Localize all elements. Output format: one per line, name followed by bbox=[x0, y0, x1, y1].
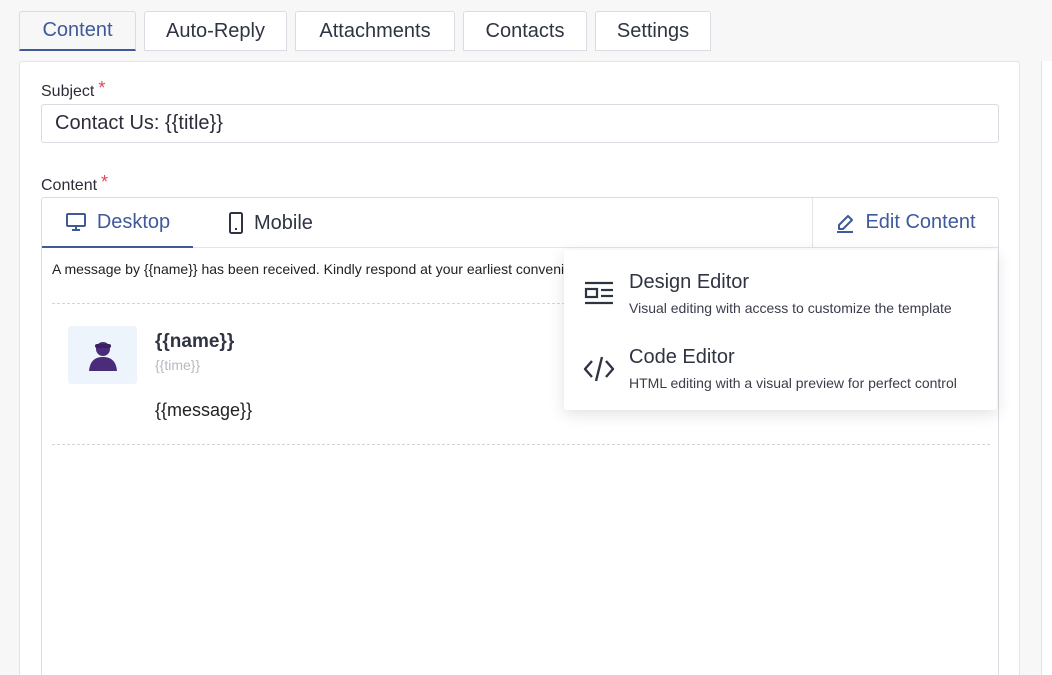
pencil-icon bbox=[837, 214, 854, 233]
sent-time: {{time}} bbox=[155, 357, 201, 373]
desktop-icon bbox=[65, 213, 86, 231]
required-mark: * bbox=[98, 78, 106, 98]
mobile-icon bbox=[229, 212, 243, 234]
sender-name: {{name}} bbox=[155, 331, 235, 352]
tab-desktop-view[interactable]: Desktop bbox=[42, 198, 193, 248]
code-editor-description: HTML editing with a visual preview for p… bbox=[629, 375, 957, 391]
avatar bbox=[68, 326, 137, 384]
edit-content-label: Edit Content bbox=[865, 211, 976, 233]
design-editor-description: Visual editing with access to customize … bbox=[629, 300, 952, 316]
subject-label: Subject * bbox=[41, 78, 106, 101]
edit-content-menu: Design Editor Visual editing with access… bbox=[564, 250, 997, 410]
code-editor-title: Code Editor bbox=[629, 346, 735, 368]
subject-label-text: Subject bbox=[41, 83, 95, 100]
code-icon bbox=[583, 356, 615, 382]
subject-input[interactable]: Contact Us: {{title}} bbox=[41, 104, 999, 143]
content-label: Content * bbox=[41, 172, 109, 195]
tab-bar: Content Auto-Reply Attachments Contacts … bbox=[19, 11, 711, 51]
editor-toolbar: Desktop Mobile Edit Content bbox=[42, 198, 998, 248]
desktop-label: Desktop bbox=[96, 210, 171, 233]
tab-attachments[interactable]: Attachments bbox=[295, 11, 455, 51]
layout-icon bbox=[584, 281, 613, 305]
divider bbox=[52, 444, 990, 445]
design-editor-option[interactable]: Design Editor Visual editing with access… bbox=[564, 268, 997, 338]
mobile-label: Mobile bbox=[254, 211, 313, 234]
code-editor-option[interactable]: Code Editor HTML editing with a visual p… bbox=[564, 343, 997, 413]
intro-text: A message by {{name}} has been received.… bbox=[52, 261, 572, 277]
content-label-text: Content bbox=[41, 177, 98, 194]
tab-contacts[interactable]: Contacts bbox=[463, 11, 587, 51]
tab-mobile-view[interactable]: Mobile bbox=[228, 198, 338, 248]
message-body: {{message}} bbox=[155, 400, 253, 420]
person-icon bbox=[88, 342, 117, 371]
edit-content-button[interactable]: Edit Content bbox=[812, 198, 998, 247]
tab-settings[interactable]: Settings bbox=[595, 11, 711, 51]
design-editor-title: Design Editor bbox=[629, 271, 750, 293]
tab-content[interactable]: Content bbox=[19, 11, 136, 51]
required-mark: * bbox=[101, 172, 109, 192]
side-panel-edge bbox=[1041, 61, 1052, 675]
tab-auto-reply[interactable]: Auto-Reply bbox=[144, 11, 287, 51]
